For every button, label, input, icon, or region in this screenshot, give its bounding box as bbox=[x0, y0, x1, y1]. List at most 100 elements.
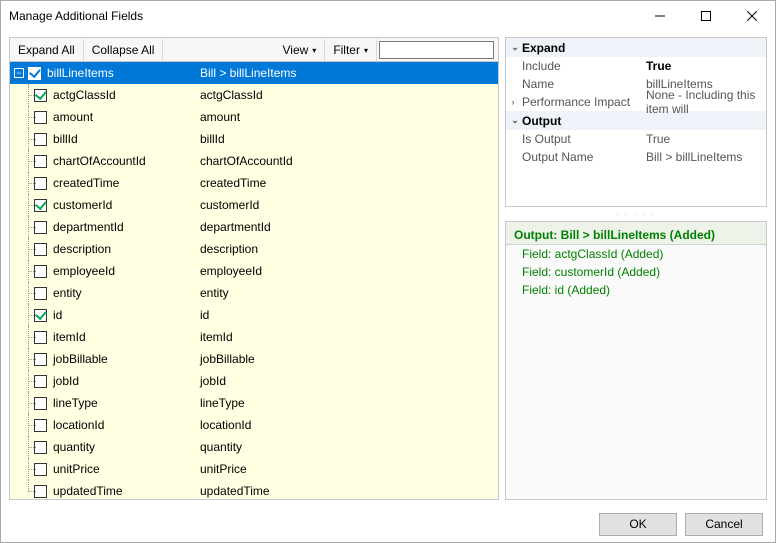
tree-row[interactable]: quantityquantity bbox=[10, 436, 498, 458]
prop-row-isoutput[interactable]: Is OutputTrue bbox=[506, 130, 766, 148]
splitter-handle[interactable]: · · · · · bbox=[505, 209, 767, 219]
node-path: chartOfAccountId bbox=[198, 154, 498, 168]
node-label: actgClassId bbox=[53, 88, 116, 102]
filter-dropdown[interactable]: Filter▾ bbox=[325, 39, 377, 61]
tree-branch-icon bbox=[22, 348, 34, 370]
maximize-button[interactable] bbox=[683, 1, 729, 31]
checkbox[interactable] bbox=[28, 67, 41, 80]
fields-toolbar: Expand All Collapse All View▾ Filter▾ bbox=[10, 38, 498, 62]
output-item: Field: customerId (Added) bbox=[506, 263, 766, 281]
node-label: customerId bbox=[53, 198, 112, 212]
collapse-icon[interactable]: − bbox=[14, 68, 24, 78]
tree-branch-icon bbox=[22, 458, 34, 480]
tree-root-row[interactable]: −billLineItemsBill > billLineItems bbox=[10, 62, 498, 84]
tree-row[interactable]: departmentIddepartmentId bbox=[10, 216, 498, 238]
node-label: lineType bbox=[53, 396, 98, 410]
dialog-window: Manage Additional Fields Expand All Coll… bbox=[0, 0, 776, 543]
tree-row[interactable]: updatedTimeupdatedTime bbox=[10, 480, 498, 499]
tree-row[interactable]: actgClassIdactgClassId bbox=[10, 84, 498, 106]
collapse-all-button[interactable]: Collapse All bbox=[84, 39, 164, 61]
close-button[interactable] bbox=[729, 1, 775, 31]
expand-all-button[interactable]: Expand All bbox=[10, 39, 84, 61]
node-label: quantity bbox=[53, 440, 95, 454]
content-area: Expand All Collapse All View▾ Filter▾ − b… bbox=[1, 31, 775, 506]
tree-row[interactable]: createdTimecreatedTime bbox=[10, 172, 498, 194]
collapse-icon: ⌄ bbox=[508, 42, 522, 53]
node-label: updatedTime bbox=[53, 484, 123, 498]
node-path: employeeId bbox=[198, 264, 498, 278]
node-path: customerId bbox=[198, 198, 498, 212]
node-path: description bbox=[198, 242, 498, 256]
tree-row[interactable]: employeeIdemployeeId bbox=[10, 260, 498, 282]
window-title: Manage Additional Fields bbox=[9, 1, 143, 31]
checkbox[interactable] bbox=[34, 89, 47, 102]
prop-row-include[interactable]: IncludeTrue bbox=[506, 57, 766, 75]
node-label: description bbox=[53, 242, 111, 256]
tree-branch-icon bbox=[22, 84, 34, 106]
tree-row[interactable]: locationIdlocationId bbox=[10, 414, 498, 436]
output-heading: Output: Bill > billLineItems (Added) bbox=[506, 222, 766, 245]
node-path: amount bbox=[198, 110, 498, 124]
cancel-button[interactable]: Cancel bbox=[685, 513, 763, 536]
tree-branch-icon bbox=[22, 304, 34, 326]
window-buttons bbox=[637, 1, 775, 31]
node-label: departmentId bbox=[53, 220, 124, 234]
tree-row[interactable]: lineType lineType bbox=[10, 392, 498, 414]
node-path: entity bbox=[198, 286, 498, 300]
tree-branch-icon bbox=[22, 436, 34, 458]
output-panel: Output: Bill > billLineItems (Added) Fie… bbox=[505, 221, 767, 500]
view-dropdown[interactable]: View▾ bbox=[275, 39, 326, 61]
tree-row[interactable]: jobBillable jobBillable bbox=[10, 348, 498, 370]
node-path: locationId bbox=[198, 418, 498, 432]
prop-row-performance[interactable]: ›Performance ImpactNone - Including this… bbox=[506, 93, 766, 111]
tree-row[interactable]: unitPriceunitPrice bbox=[10, 458, 498, 480]
tree-row[interactable]: jobId jobId bbox=[10, 370, 498, 392]
tree-branch-icon bbox=[22, 128, 34, 150]
ok-button[interactable]: OK bbox=[599, 513, 677, 536]
output-item: Field: id (Added) bbox=[506, 281, 766, 299]
node-path: itemId bbox=[198, 330, 498, 344]
checkbox[interactable] bbox=[34, 199, 47, 212]
fields-tree[interactable]: −billLineItemsBill > billLineItemsactgCl… bbox=[10, 62, 498, 499]
node-path: id bbox=[198, 308, 498, 322]
tree-row[interactable]: itemId itemId bbox=[10, 326, 498, 348]
minimize-button[interactable] bbox=[637, 1, 683, 31]
node-path: lineType bbox=[198, 396, 498, 410]
maximize-icon bbox=[701, 11, 711, 21]
node-path: billId bbox=[198, 132, 498, 146]
tree-branch-icon bbox=[22, 260, 34, 282]
tree-row[interactable]: idid bbox=[10, 304, 498, 326]
output-item: Field: actgClassId (Added) bbox=[506, 245, 766, 263]
tree-row[interactable]: description description bbox=[10, 238, 498, 260]
node-path: jobBillable bbox=[198, 352, 498, 366]
tree-branch-icon bbox=[22, 238, 34, 260]
tree-branch-icon bbox=[22, 194, 34, 216]
node-label: entity bbox=[53, 286, 82, 300]
close-icon bbox=[747, 11, 757, 21]
tree-row[interactable]: amountamount bbox=[10, 106, 498, 128]
collapse-icon: ⌄ bbox=[508, 115, 522, 126]
node-label: billId bbox=[53, 132, 78, 146]
filter-input[interactable] bbox=[379, 41, 494, 59]
node-label: itemId bbox=[53, 330, 86, 344]
tree-branch-icon bbox=[22, 282, 34, 304]
tree-branch-icon bbox=[22, 216, 34, 238]
node-label: billLineItems bbox=[47, 66, 114, 80]
tree-branch-icon bbox=[22, 480, 34, 499]
prop-category-expand[interactable]: ⌄Expand bbox=[506, 38, 766, 57]
property-grid[interactable]: ⌄Expand IncludeTrue NamebillLineItems ›P… bbox=[505, 37, 767, 207]
fields-panel: Expand All Collapse All View▾ Filter▾ − b… bbox=[9, 37, 499, 500]
tree-branch-icon bbox=[22, 414, 34, 436]
tree-row[interactable]: billId billId bbox=[10, 128, 498, 150]
tree-row[interactable]: chartOfAccountId chartOfAccountId bbox=[10, 150, 498, 172]
checkbox[interactable] bbox=[34, 309, 47, 322]
node-label: unitPrice bbox=[53, 462, 100, 476]
node-path: jobId bbox=[198, 374, 498, 388]
node-label: chartOfAccountId bbox=[53, 154, 146, 168]
tree-row[interactable]: customerId customerId bbox=[10, 194, 498, 216]
expand-icon: › bbox=[506, 97, 520, 107]
tree-row[interactable]: entity entity bbox=[10, 282, 498, 304]
node-label: jobBillable bbox=[53, 352, 108, 366]
node-label: jobId bbox=[53, 374, 79, 388]
prop-row-outputname[interactable]: Output NameBill > billLineItems bbox=[506, 148, 766, 166]
